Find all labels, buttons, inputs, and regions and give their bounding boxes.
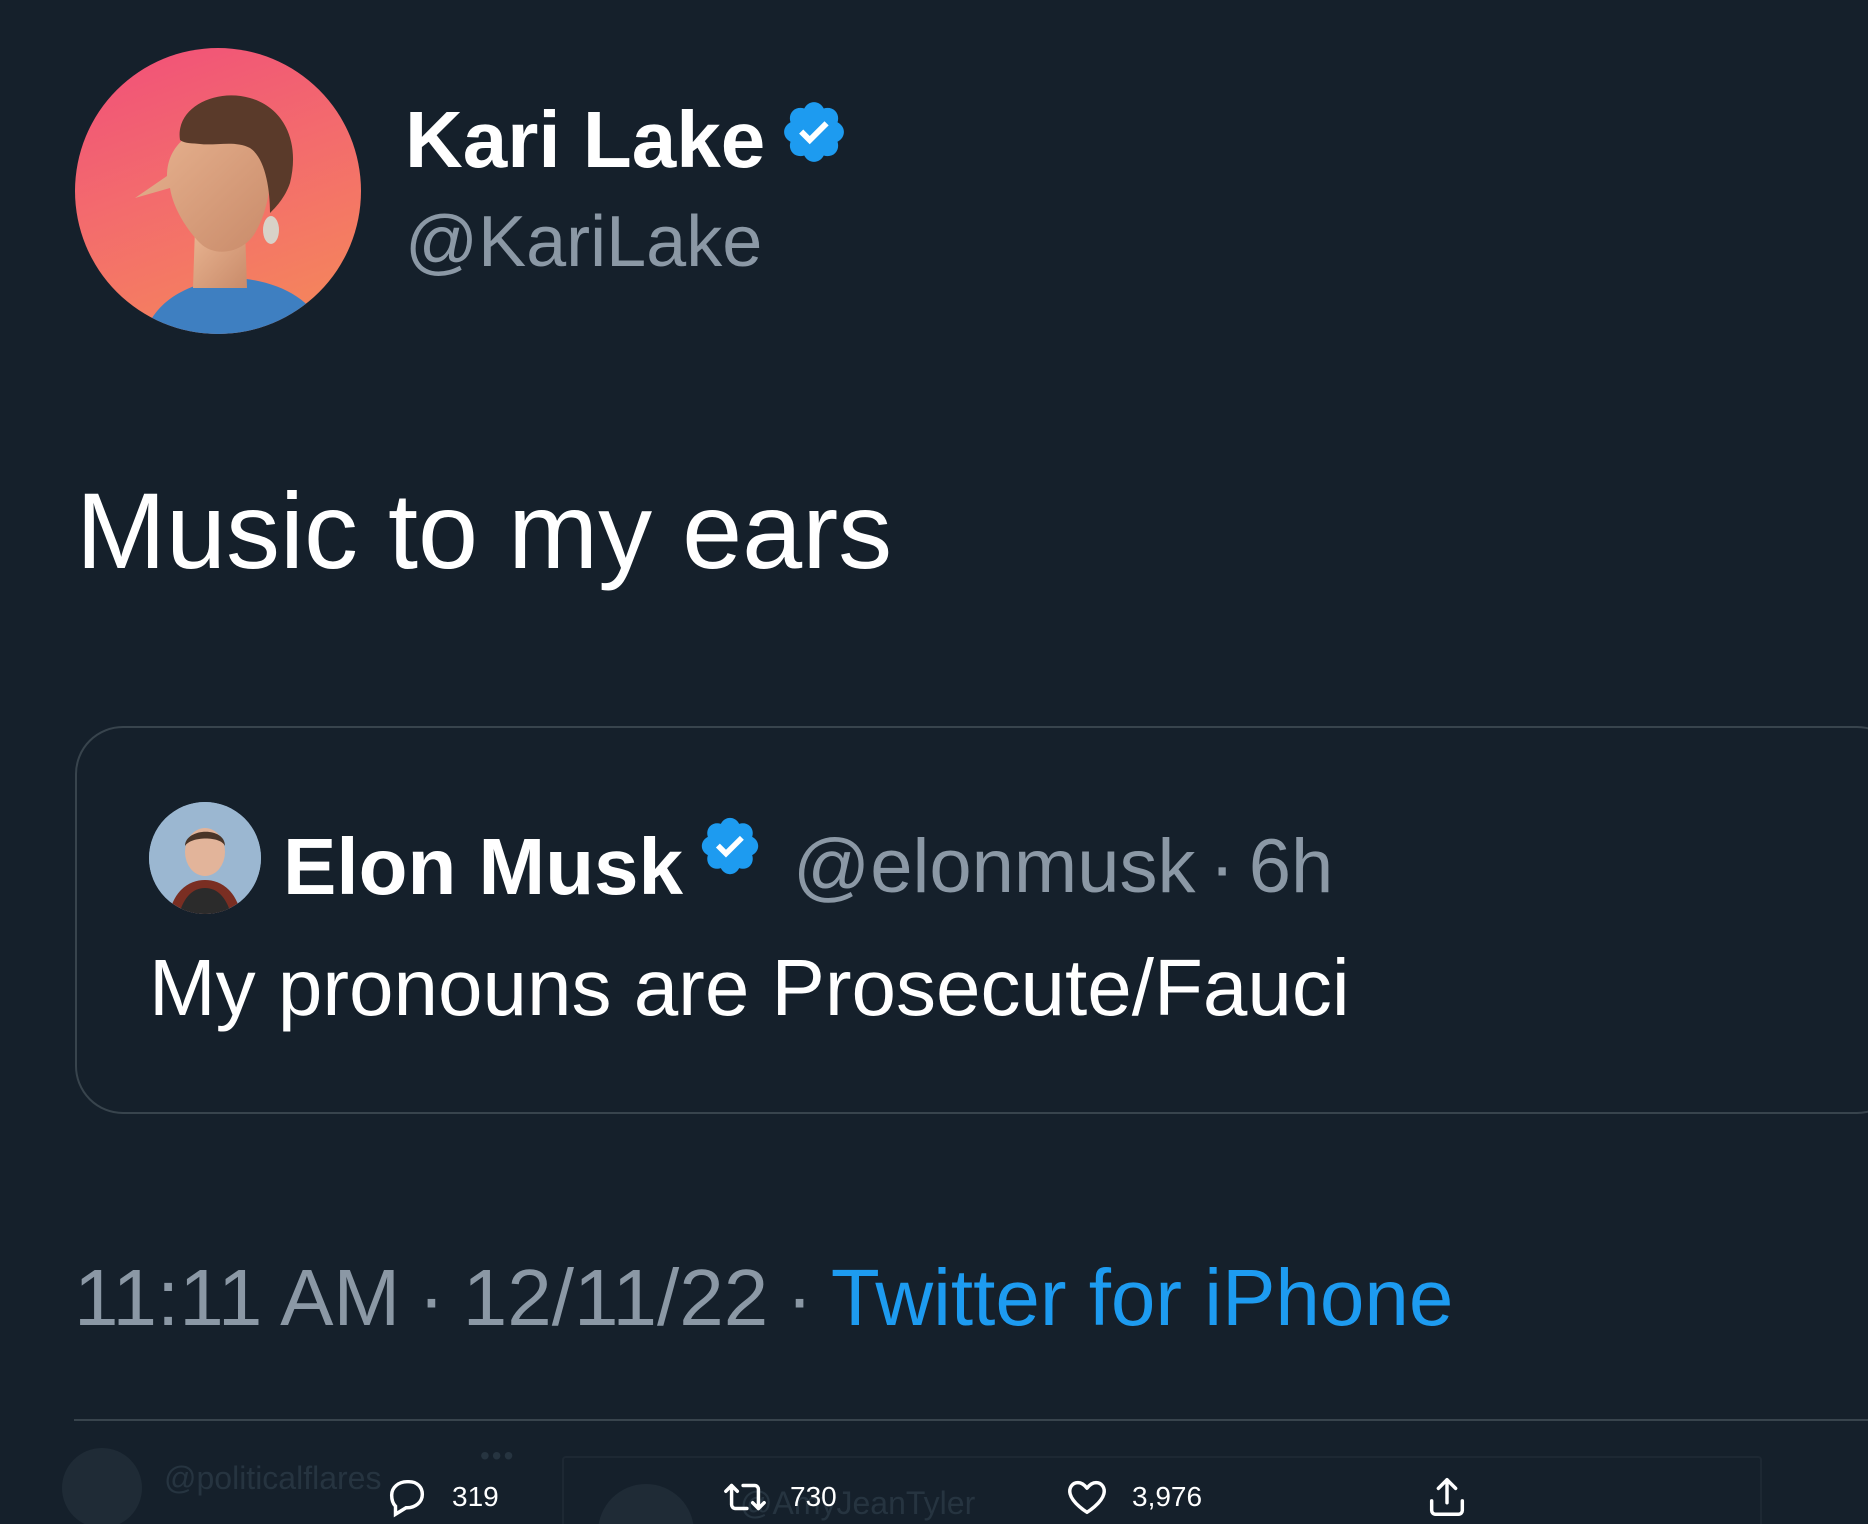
separator-dot: · — [1209, 823, 1235, 909]
quoted-tweet-time[interactable]: 6h — [1249, 822, 1334, 912]
tweet-meta: 11:11 AM · 12/11/22 · Twitter for iPhone — [74, 1252, 1453, 1344]
verified-badge-icon — [697, 813, 763, 920]
separator-dot: · — [418, 1253, 445, 1342]
like-button[interactable]: 3,976 — [1064, 1470, 1202, 1524]
retweet-icon — [724, 1483, 766, 1511]
heart-icon — [1068, 1480, 1106, 1515]
quoted-tweet-card[interactable]: Elon Musk @elonmusk · 6h My pronouns are… — [75, 726, 1868, 1114]
avatar-photo-icon — [149, 802, 261, 914]
like-count: 3,976 — [1132, 1481, 1203, 1512]
quoted-tweet-header: Elon Musk @elonmusk · 6h — [283, 813, 1333, 920]
reply-icon — [389, 1479, 425, 1518]
author-name[interactable]: Kari Lake — [405, 95, 765, 185]
verified-badge-icon — [779, 95, 849, 185]
quoted-author-avatar[interactable] — [149, 802, 261, 914]
divider — [74, 1419, 1868, 1421]
tweet-source-link[interactable]: Twitter for iPhone — [831, 1253, 1454, 1342]
quoted-author-handle[interactable]: @elonmusk — [793, 822, 1195, 912]
retweet-button[interactable]: 730 — [722, 1470, 837, 1524]
retweet-count: 730 — [790, 1481, 837, 1512]
avatar-photo-icon — [135, 95, 325, 334]
share-icon — [1429, 1478, 1465, 1516]
tweet-action-bar: 319 730 3,976 — [0, 1470, 1868, 1524]
reply-count: 319 — [452, 1481, 499, 1512]
author-avatar[interactable] — [75, 48, 361, 334]
share-button[interactable] — [1424, 1470, 1470, 1524]
quoted-author-name[interactable]: Elon Musk — [283, 822, 683, 912]
tweet-date[interactable]: 12/11/22 — [463, 1253, 768, 1342]
separator-dot: · — [786, 1253, 813, 1342]
background-more-icon: ••• — [480, 1440, 516, 1471]
tweet-time[interactable]: 11:11 AM — [74, 1253, 400, 1342]
tweet-text: Music to my ears — [76, 470, 893, 591]
quoted-tweet-text: My pronouns are Prosecute/Fauci — [149, 943, 1350, 1032]
author-handle[interactable]: @KariLake — [405, 200, 762, 284]
tweet-detail-view: Kari Lake @KariLake Music to my ears Elo… — [0, 0, 1868, 1524]
author-name-row[interactable]: Kari Lake — [405, 95, 849, 185]
reply-button[interactable]: 319 — [384, 1470, 499, 1524]
